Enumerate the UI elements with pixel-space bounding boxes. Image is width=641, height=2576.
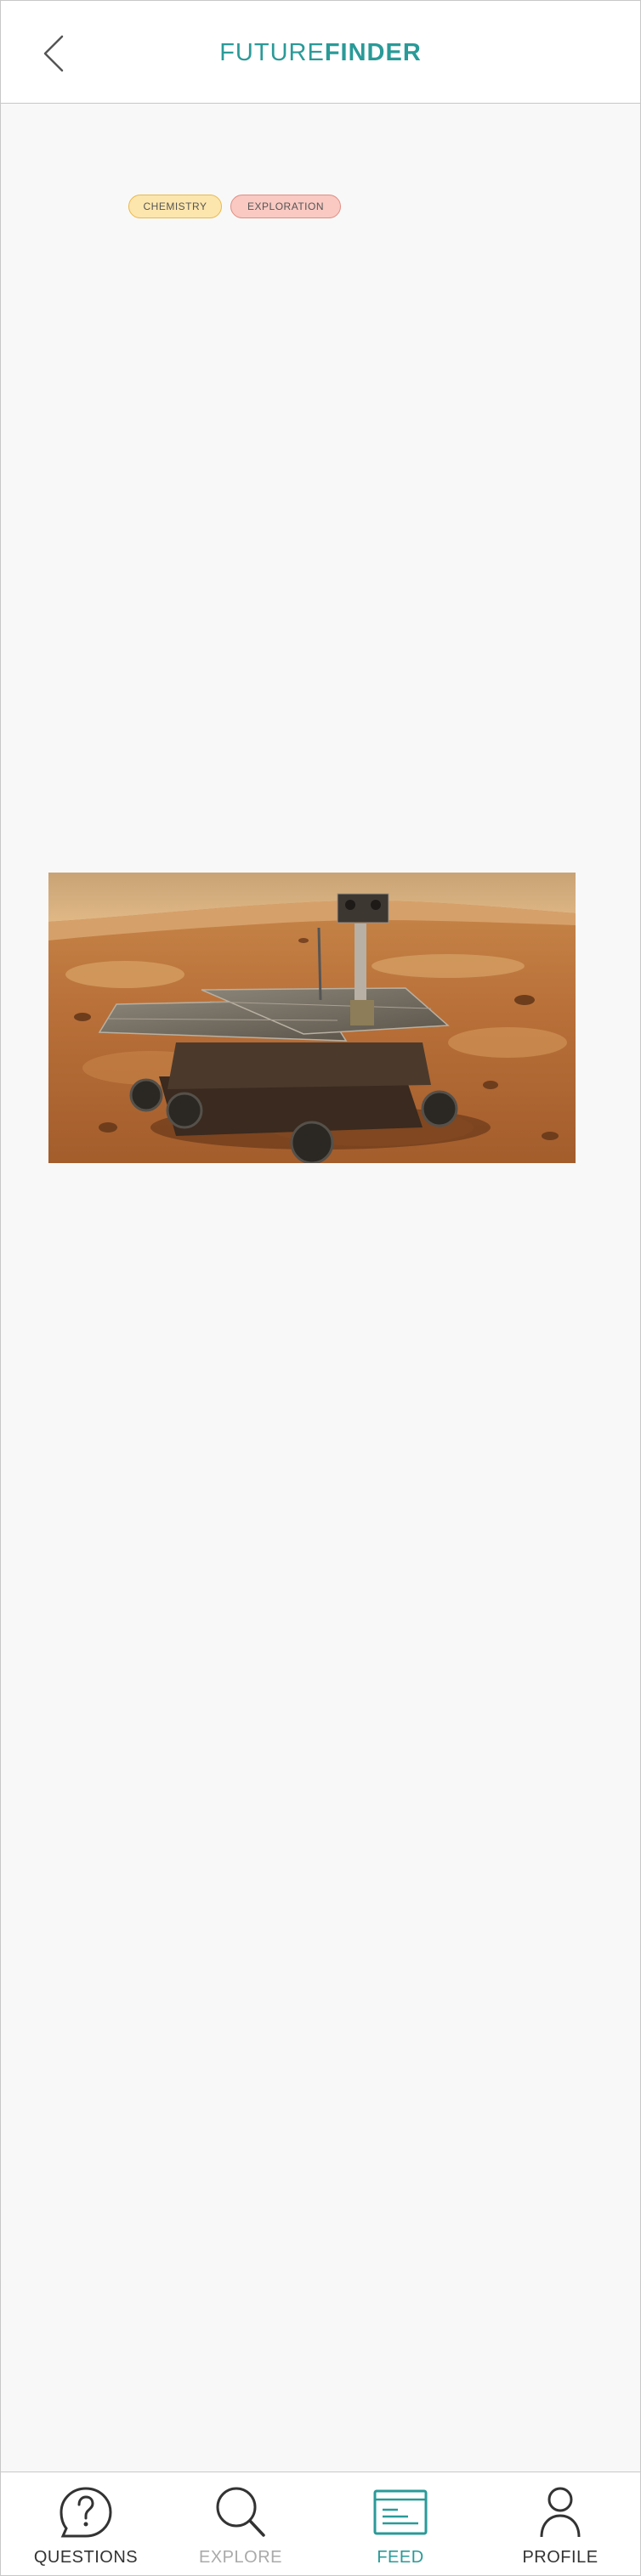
nav-feed[interactable]: FEED — [320, 2472, 480, 2575]
app-frame: FUTUREFINDER CHEMISTRY EXPLORATION QUEST… — [0, 0, 641, 2576]
nav-questions[interactable]: QUESTIONS — [6, 2472, 166, 2575]
nav-explore[interactable]: EXPLORE — [161, 2472, 320, 2575]
nav-explore-label: EXPLORE — [199, 2548, 282, 2567]
tag-chemistry[interactable]: CHEMISTRY — [128, 195, 222, 218]
nav-profile[interactable]: PROFILE — [480, 2472, 640, 2575]
nav-feed-label: FEED — [377, 2548, 424, 2567]
search-icon — [216, 2487, 265, 2537]
user-icon — [540, 2487, 581, 2538]
feed-icon — [373, 2489, 428, 2535]
top-header: FUTUREFINDER — [1, 1, 640, 104]
app-logo[interactable]: FUTUREFINDER — [1, 38, 640, 67]
bottom-navigation: QUESTIONS EXPLORE FEED PROFILE — [1, 2471, 640, 2575]
nav-profile-label: PROFILE — [522, 2548, 598, 2567]
logo-text-bold: FINDER — [324, 39, 422, 66]
question-bubble-icon — [60, 2487, 112, 2538]
logo-text-light: FUTURE — [219, 39, 325, 66]
tag-exploration[interactable]: EXPLORATION — [230, 195, 341, 218]
mars-rover-image — [48, 873, 576, 1163]
nav-questions-label: QUESTIONS — [33, 2548, 139, 2567]
